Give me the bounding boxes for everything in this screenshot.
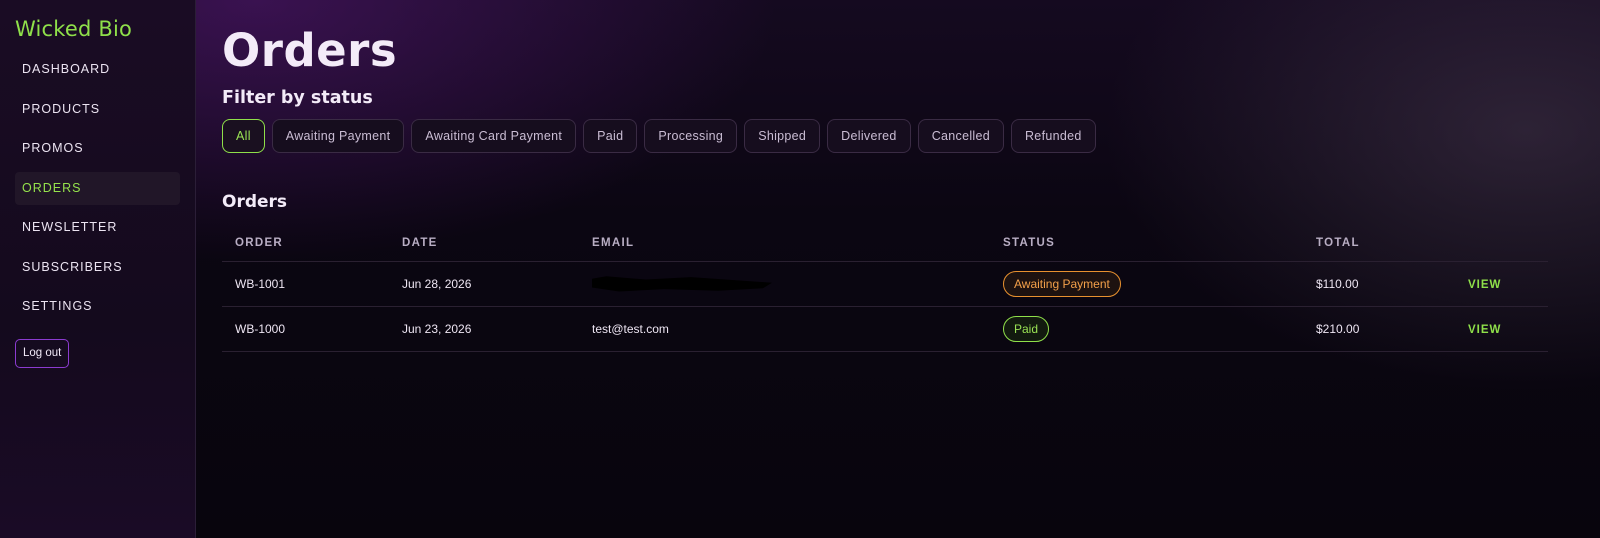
- filter-chip-shipped[interactable]: Shipped: [744, 119, 821, 153]
- table-row: WB-1000 Jun 23, 2026 test@test.com Paid …: [222, 306, 1548, 352]
- status-badge: Paid: [1003, 315, 1050, 342]
- order-status-cell: Paid: [990, 306, 1303, 352]
- filter-chip-all[interactable]: All: [222, 119, 265, 153]
- view-order-link[interactable]: VIEW: [1468, 324, 1501, 336]
- status-badge: Awaiting Payment: [1003, 270, 1121, 297]
- brand-logo[interactable]: Wicked Bio: [15, 14, 180, 44]
- order-total: $210.00: [1303, 306, 1455, 352]
- order-total: $110.00: [1303, 261, 1455, 307]
- filter-chip-paid[interactable]: Paid: [583, 119, 638, 153]
- sidebar-item-newsletter[interactable]: NEWSLETTER: [15, 211, 180, 244]
- order-action-cell: VIEW: [1455, 261, 1548, 307]
- column-header-actions: [1455, 225, 1548, 262]
- sidebar-item-dashboard[interactable]: DASHBOARD: [15, 53, 180, 86]
- order-id: WB-1001: [222, 261, 389, 307]
- orders-section-title: Orders: [222, 192, 288, 212]
- status-filter-group: All Awaiting Payment Awaiting Card Payme…: [222, 119, 1574, 153]
- sidebar-item-products[interactable]: PRODUCTS: [15, 93, 180, 126]
- filter-chip-processing[interactable]: Processing: [644, 119, 738, 153]
- order-status-cell: Awaiting Payment: [990, 261, 1303, 307]
- order-id: WB-1000: [222, 306, 389, 352]
- redacted-email: [592, 276, 772, 292]
- table-row: WB-1001 Jun 28, 2026 Awaiting Payment $1…: [222, 261, 1548, 307]
- order-email: [579, 261, 990, 307]
- main-content: Orders Filter by status All Awaiting Pay…: [196, 0, 1600, 538]
- sidebar-item-promos[interactable]: PROMOS: [15, 132, 180, 165]
- app-root: Wicked Bio DASHBOARD PRODUCTS PROMOS ORD…: [0, 0, 1600, 538]
- filter-chip-refunded[interactable]: Refunded: [1010, 119, 1096, 153]
- column-header-email: EMAIL: [579, 225, 990, 262]
- column-header-total: TOTAL: [1303, 225, 1455, 262]
- order-date: Jun 28, 2026: [389, 261, 579, 307]
- filter-chip-delivered[interactable]: Delivered: [827, 119, 911, 153]
- order-email: test@test.com: [579, 306, 990, 352]
- sidebar: Wicked Bio DASHBOARD PRODUCTS PROMOS ORD…: [0, 0, 196, 538]
- order-date: Jun 23, 2026: [389, 306, 579, 352]
- filter-heading: Filter by status: [222, 88, 373, 108]
- logout-button[interactable]: Log out: [15, 338, 70, 368]
- filter-chip-awaiting-payment[interactable]: Awaiting Payment: [271, 119, 405, 153]
- sidebar-item-settings[interactable]: SETTINGS: [15, 290, 180, 323]
- table-header-row: ORDER DATE EMAIL STATUS TOTAL: [222, 225, 1548, 262]
- page-title: Orders: [222, 24, 398, 77]
- column-header-date: DATE: [389, 225, 579, 262]
- sidebar-nav: DASHBOARD PRODUCTS PROMOS ORDERS NEWSLET…: [15, 53, 180, 323]
- orders-table: ORDER DATE EMAIL STATUS TOTAL WB-1001 Ju…: [222, 225, 1548, 352]
- column-header-status: STATUS: [990, 225, 1303, 262]
- view-order-link[interactable]: VIEW: [1468, 279, 1501, 291]
- sidebar-item-orders[interactable]: ORDERS: [15, 171, 180, 205]
- filter-chip-cancelled[interactable]: Cancelled: [917, 119, 1004, 153]
- sidebar-item-subscribers[interactable]: SUBSCRIBERS: [15, 251, 180, 284]
- column-header-order: ORDER: [222, 225, 389, 262]
- filter-chip-awaiting-card-payment[interactable]: Awaiting Card Payment: [411, 119, 577, 153]
- order-action-cell: VIEW: [1455, 306, 1548, 352]
